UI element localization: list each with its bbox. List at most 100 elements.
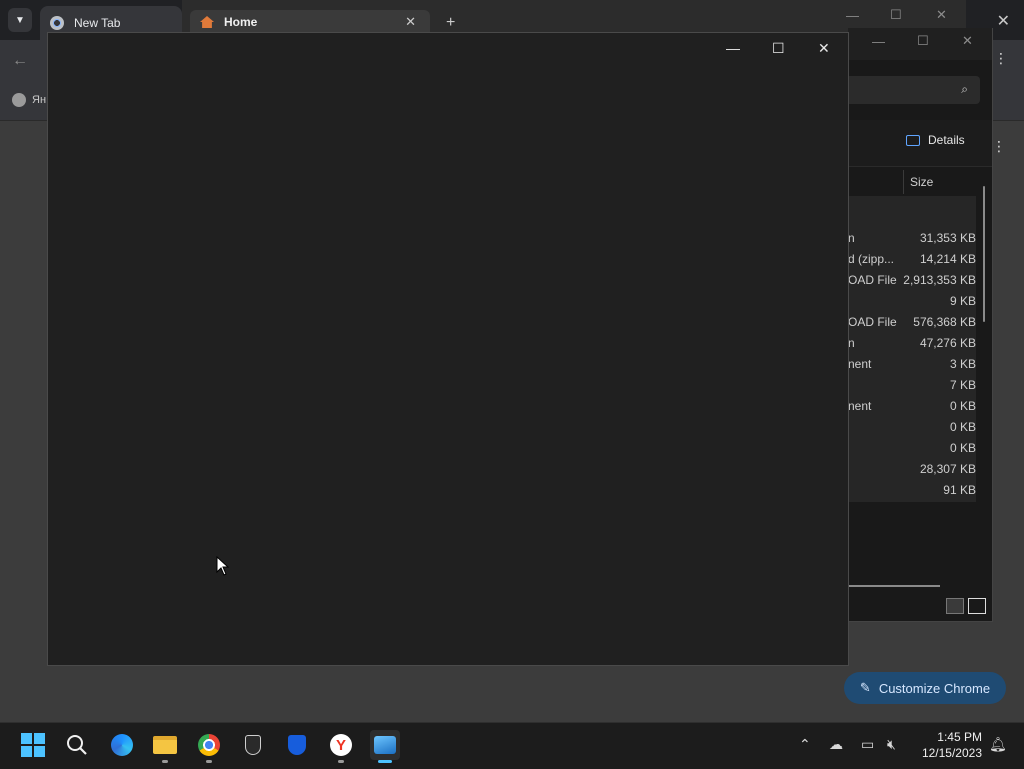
minimize-button[interactable]: — (726, 40, 740, 56)
file-size-cell: 7 KB (949, 378, 976, 392)
file-row[interactable]: nent 0 KB (848, 396, 976, 417)
details-pane-button[interactable]: Details (906, 133, 965, 147)
home-close-button[interactable]: ✕ (936, 7, 947, 23)
volume-muted-icon[interactable]: 🔇︎ (887, 736, 896, 753)
network-icon[interactable]: ▭ (861, 736, 874, 753)
file-row[interactable]: 28,307 KB (848, 459, 976, 480)
clock[interactable]: 1:45 PM 12/15/2023 (912, 729, 982, 761)
file-row[interactable]: 0 KB (848, 417, 976, 438)
large-icons-view-icon[interactable] (968, 598, 986, 614)
new-tab-button[interactable]: + (446, 14, 455, 32)
chrome-running-indicator (206, 760, 212, 763)
file-size-cell: 2,913,353 KB (903, 273, 976, 287)
file-size-cell: 47,276 KB (919, 336, 976, 350)
vertical-scrollbar[interactable] (983, 186, 985, 322)
file-row[interactable]: nent 3 KB (848, 354, 976, 375)
file-row[interactable]: n 31,353 KB (848, 228, 976, 249)
size-column-header[interactable]: Size (910, 175, 933, 189)
file-size-cell: 0 KB (949, 441, 976, 455)
pencil-icon: ✎ (859, 680, 871, 695)
photos-button[interactable] (370, 730, 400, 760)
home-icon (200, 16, 214, 28)
home-minimize-button[interactable]: — (846, 8, 859, 23)
tab-label: New Tab (74, 16, 121, 30)
search-icon: ⌕ (961, 82, 968, 96)
customize-chrome-button[interactable]: ✎ Customize Chrome (844, 672, 1006, 704)
file-size-cell: 0 KB (949, 420, 976, 434)
column-separator[interactable] (903, 170, 904, 194)
file-row[interactable]: 91 KB (848, 480, 976, 501)
chevron-down-icon: ▼ (15, 14, 25, 26)
bitwarden-button[interactable] (282, 730, 312, 760)
file-row[interactable]: 7 KB (848, 375, 976, 396)
chrome-icon (198, 734, 220, 756)
blank-app-window (47, 32, 849, 666)
close-tab-icon[interactable]: ✕ (405, 14, 416, 30)
close-button[interactable]: ✕ (818, 40, 830, 57)
explorer-minimize-button[interactable]: — (872, 34, 885, 49)
search-button[interactable] (62, 730, 92, 760)
file-row[interactable]: OAD File 576,368 KB (848, 312, 976, 333)
back-arrow-icon[interactable]: ← (12, 52, 28, 70)
bookmark-label: Ян (32, 94, 47, 106)
file-size-cell: 14,214 KB (919, 252, 976, 266)
home-tab-label: Home (224, 15, 258, 29)
yandex-browser-button[interactable]: Y (326, 730, 356, 760)
file-type-cell: nent (848, 357, 872, 371)
search-icon (67, 735, 87, 755)
chrome-button[interactable] (194, 730, 224, 760)
yandex-running-indicator (338, 760, 344, 763)
file-size-cell: 9 KB (949, 294, 976, 308)
file-size-cell: 91 KB (943, 483, 976, 497)
explorer-search-input[interactable]: ⌕ (848, 76, 980, 104)
file-row[interactable]: OAD File 2,913,353 KB (848, 270, 976, 291)
chrome-close-button[interactable]: ✕ (997, 11, 1010, 31)
chevron-up-icon[interactable]: ⌃ (799, 736, 811, 753)
file-size-cell: 576,368 KB (913, 315, 976, 329)
file-type-cell: OAD File (848, 315, 897, 329)
maximize-button[interactable]: ☐ (772, 40, 785, 57)
file-size-cell: 31,353 KB (919, 231, 976, 245)
home-maximize-button[interactable]: ☐ (890, 7, 902, 23)
file-row[interactable]: n 47,276 KB (848, 333, 976, 354)
time: 1:45 PM (937, 730, 982, 744)
details-view-icon[interactable] (946, 598, 964, 614)
file-row[interactable]: d (zipp... 14,214 KB (848, 249, 976, 270)
chrome-menu-button[interactable]: ⋮ (994, 51, 1008, 65)
see-more-button[interactable]: ⋮ (992, 139, 1006, 153)
file-row[interactable]: 9 KB (848, 291, 976, 312)
customize-chrome-label: Customize Chrome (878, 680, 991, 696)
file-size-cell: 28,307 KB (919, 462, 976, 476)
globe-icon (12, 93, 26, 107)
file-explorer-running-indicator (162, 760, 168, 763)
mouse-cursor-icon (216, 556, 230, 576)
file-size-cell: 0 KB (949, 399, 976, 413)
file-type-cell: n (848, 336, 855, 350)
onedrive-offline-icon[interactable]: ☁ (829, 736, 843, 753)
security-app-button[interactable] (238, 730, 268, 760)
tab-search-button[interactable]: ▼ (8, 8, 32, 32)
explorer-close-button[interactable]: ✕ (962, 33, 973, 49)
chrome-favicon-icon (50, 16, 64, 30)
shield-icon (245, 735, 261, 755)
folder-icon (153, 736, 177, 754)
file-explorer-button[interactable] (150, 730, 180, 760)
notification-bell-icon[interactable]: 🔔︎ (989, 736, 1007, 753)
edge-beta-icon (111, 734, 133, 756)
file-size-cell: 3 KB (949, 357, 976, 371)
windows-start-icon (21, 733, 45, 757)
horizontal-scrollbar[interactable] (848, 585, 940, 587)
file-row[interactable]: 0 KB (848, 438, 976, 459)
photos-icon (374, 736, 396, 754)
start-button[interactable] (18, 730, 48, 760)
yandex-browser-icon: Y (330, 734, 352, 756)
file-type-cell: nent (848, 399, 872, 413)
photos-active-indicator (378, 760, 392, 763)
bookmark-item[interactable]: Ян (12, 93, 46, 107)
edge-beta-button[interactable] (107, 730, 137, 760)
explorer-maximize-button[interactable]: ☐ (917, 33, 929, 49)
details-pane-icon (906, 134, 920, 146)
date: 12/15/2023 (921, 746, 982, 760)
home-tab[interactable]: Home ✕ (190, 10, 430, 34)
file-type-cell: d (zipp... (848, 252, 895, 266)
